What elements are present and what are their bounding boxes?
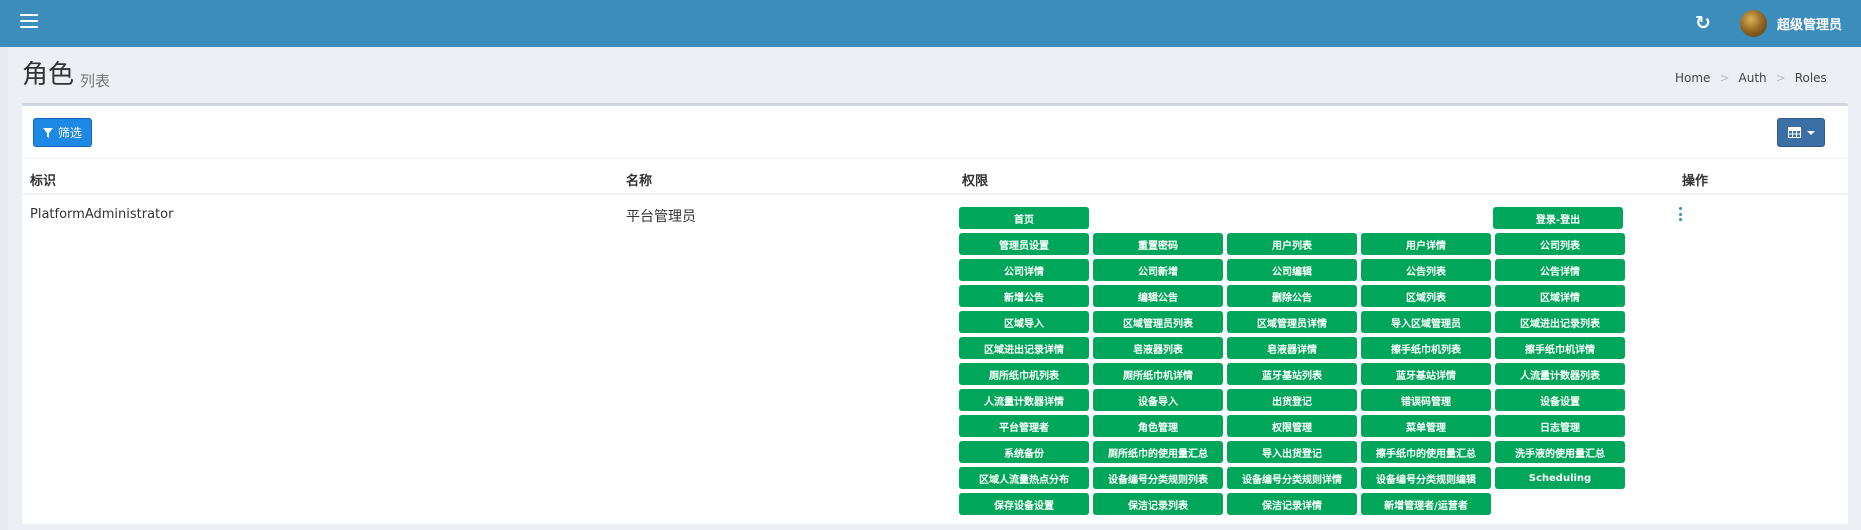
content-header: 角色 列表 Home > Auth > Roles <box>0 47 1861 105</box>
permission-badge: 厕所纸巾机详情 <box>1093 363 1223 385</box>
permission-badge: 擦手纸巾机详情 <box>1495 337 1625 359</box>
permission-badge: 设备编号分类规则编辑 <box>1361 467 1491 489</box>
permission-badge: 擦手纸巾的使用量汇总 <box>1361 441 1491 463</box>
table-header: 标识 名称 权限 操作 <box>22 158 1848 195</box>
permission-badge: 删除公告 <box>1227 285 1357 307</box>
permission-badge: 导入区域管理员 <box>1361 311 1491 333</box>
permission-badge: Scheduling <box>1495 467 1625 489</box>
column-header-permissions[interactable]: 权限 <box>962 170 988 189</box>
user-menu[interactable]: 超级管理员 <box>1740 9 1842 37</box>
permission-badge: 洗手液的使用量汇总 <box>1495 441 1625 463</box>
permission-badge: 设备编号分类规则详情 <box>1227 467 1357 489</box>
filter-button-label: 筛选 <box>57 126 82 140</box>
permission-badge: 设备导入 <box>1093 389 1223 411</box>
permission-badge: 权限管理 <box>1227 415 1357 437</box>
permission-badge: 错误码管理 <box>1361 389 1491 411</box>
column-selector-button[interactable] <box>1777 118 1825 147</box>
menu-toggle-icon[interactable] <box>20 14 38 30</box>
permission-badge: 首页 <box>959 207 1089 229</box>
breadcrumb-separator: > <box>1719 71 1730 85</box>
breadcrumb-roles: Roles <box>1794 71 1827 85</box>
top-navbar: ↻ 超级管理员 <box>0 0 1861 47</box>
permission-badge: 擦手纸巾机列表 <box>1361 337 1491 359</box>
breadcrumb-auth[interactable]: Auth <box>1739 71 1767 85</box>
permission-badge: 登录-登出 <box>1493 207 1623 229</box>
permission-badge: 编辑公告 <box>1093 285 1223 307</box>
permission-badge: 区域管理员详情 <box>1227 311 1357 333</box>
permission-badge: 人流量计数器列表 <box>1495 363 1625 385</box>
permission-badge: 公司详情 <box>959 259 1089 281</box>
permission-badge: 设备设置 <box>1495 389 1625 411</box>
role-id: PlatformAdministrator <box>30 207 174 222</box>
permission-badge: 区域人流量热点分布 <box>959 467 1089 489</box>
permission-badge: 重置密码 <box>1093 233 1223 255</box>
caret-down-icon <box>1806 130 1815 135</box>
permission-badge: 用户列表 <box>1227 233 1357 255</box>
roles-panel: 筛选 标识 名称 权限 操作 PlatformAdministrator 平台管… <box>22 103 1848 524</box>
column-header-actions: 操作 <box>1682 174 1709 189</box>
permission-badge: 系统备份 <box>959 441 1089 463</box>
row-actions-icon[interactable] <box>1675 207 1685 221</box>
breadcrumb-home[interactable]: Home <box>1675 71 1710 85</box>
permission-badge: 用户详情 <box>1361 233 1491 255</box>
permission-badge: 皂液器列表 <box>1093 337 1223 359</box>
permission-badge: 皂液器详情 <box>1227 337 1357 359</box>
avatar <box>1740 9 1767 37</box>
permission-list: 首页 登录-登出管理员设置 重置密码 用户列表 用户详情 公司列表公司详情 公司新增 公司编辑… <box>959 207 1629 515</box>
permission-badge: 区域导入 <box>959 311 1089 333</box>
refresh-icon[interactable]: ↻ <box>1695 11 1711 35</box>
permission-badge: 厕所纸巾的使用量汇总 <box>1093 441 1223 463</box>
permission-badge: 区域详情 <box>1495 285 1625 307</box>
page-subtitle: 列表 <box>80 72 111 90</box>
permission-badge: 区域进出记录列表 <box>1495 311 1625 333</box>
permission-badge: 保存设备设置 <box>959 493 1089 515</box>
permission-badge: 出货登记 <box>1227 389 1357 411</box>
permission-badge: 保洁记录列表 <box>1093 493 1223 515</box>
table-icon <box>1787 127 1801 138</box>
filter-button[interactable]: 筛选 <box>33 118 92 147</box>
role-name: 平台管理员 <box>626 209 696 225</box>
permission-badge: 区域管理员列表 <box>1093 311 1223 333</box>
permission-badge: 菜单管理 <box>1361 415 1491 437</box>
username: 超级管理员 <box>1777 17 1843 33</box>
permission-badge: 厕所纸巾机列表 <box>959 363 1089 385</box>
permission-badge: 人流量计数器详情 <box>959 389 1089 411</box>
page-title: 角色 <box>22 60 75 90</box>
permission-badge: 平台管理者 <box>959 415 1089 437</box>
permission-badge: 区域进出记录详情 <box>959 337 1089 359</box>
breadcrumb-separator: > <box>1775 71 1786 85</box>
permission-badge: 公司列表 <box>1495 233 1625 255</box>
filter-icon <box>42 127 53 138</box>
permission-badge: 蓝牙基站列表 <box>1227 363 1357 385</box>
column-header-id[interactable]: 标识 <box>30 170 56 189</box>
permission-badge: 公司新增 <box>1093 259 1223 281</box>
sidebar-edge <box>0 47 8 530</box>
permission-badge: 公告详情 <box>1495 259 1625 281</box>
permission-badge: 蓝牙基站详情 <box>1361 363 1491 385</box>
column-header-name[interactable]: 名称 <box>626 170 652 189</box>
permission-badge: 保洁记录详情 <box>1227 493 1357 515</box>
permission-badge: 设备编号分类规则列表 <box>1093 467 1223 489</box>
permission-badge: 公告列表 <box>1361 259 1491 281</box>
permission-badge: 日志管理 <box>1495 415 1625 437</box>
permission-badge: 管理员设置 <box>959 233 1089 255</box>
permission-badge: 角色管理 <box>1093 415 1223 437</box>
permission-badge: 新增公告 <box>959 285 1089 307</box>
permission-badge: 区域列表 <box>1361 285 1491 307</box>
permission-badge: 新增管理者/运营者 <box>1361 493 1491 515</box>
permission-badge: 公司编辑 <box>1227 259 1357 281</box>
permission-badge: 导入出货登记 <box>1227 441 1357 463</box>
